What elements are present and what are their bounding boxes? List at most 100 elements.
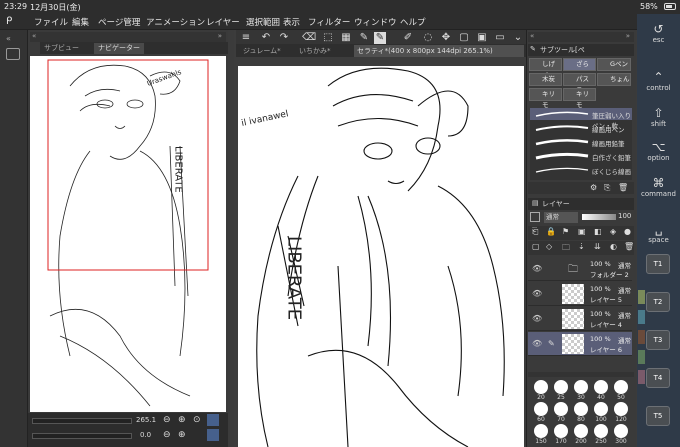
new-folder-icon[interactable]: 🗀 (562, 242, 570, 256)
subtool-chip-2[interactable]: ざらつ (563, 58, 596, 79)
subtool-chip-8[interactable]: キリモ (563, 88, 596, 109)
zoom-slider[interactable] (32, 418, 132, 424)
eye-icon[interactable]: 👁 (532, 339, 542, 348)
merge-icon[interactable]: ⇊ (594, 242, 601, 251)
menu-filter[interactable]: フィルター (308, 16, 350, 28)
redo-icon[interactable]: ↷ (278, 32, 290, 44)
menu-page[interactable]: ページ管理 (98, 16, 140, 28)
ruler-icon[interactable]: ▭ (494, 32, 506, 44)
move-icon[interactable]: ✥ (440, 32, 452, 44)
select-icon[interactable]: ⬚ (322, 32, 334, 44)
zoom-out-icon[interactable]: ⊖ (163, 415, 171, 425)
trash-icon[interactable]: 🗑 (618, 183, 628, 192)
settings-icon[interactable]: ⚙ (590, 183, 597, 192)
doc-tab-2[interactable]: いちかみ* (296, 45, 334, 57)
subtool-chip-1[interactable]: しげペ (529, 58, 562, 79)
clip-icon[interactable]: ⎗ (532, 227, 538, 237)
brush-item[interactable]: 線画用ペン (530, 122, 632, 134)
flip-v-icon[interactable] (207, 429, 219, 441)
app-logo-icon[interactable]: ᑭ (6, 16, 12, 27)
subtool-chip-4[interactable]: 木炭 (529, 73, 562, 86)
collapse-icon[interactable]: « (530, 32, 534, 40)
expand-icon[interactable]: » (218, 32, 222, 40)
menu-view[interactable]: 表示 (283, 16, 300, 28)
eye-icon[interactable]: 👁 (532, 289, 542, 298)
eye-icon[interactable]: 👁 (532, 314, 542, 323)
t2-key[interactable]: T2 (646, 292, 670, 312)
grid-icon[interactable]: ▦ (340, 32, 352, 44)
chevron-down-icon[interactable]: ⌄ (512, 32, 524, 44)
rotate-left-icon[interactable]: ⊖ (163, 430, 171, 440)
expand-icon[interactable]: » (626, 32, 630, 40)
esc-key[interactable]: ↺ esc (639, 22, 678, 44)
copy-icon[interactable]: ⎘ (604, 183, 610, 193)
brush-size-dot[interactable] (554, 380, 568, 394)
menu-animation[interactable]: アニメーション (146, 16, 205, 28)
shift-key[interactable]: ⇧ shift (639, 106, 678, 128)
brush-size-dot[interactable] (574, 424, 588, 438)
layer-row[interactable]: 👁 100 % 通常 レイヤー 4 (528, 307, 632, 331)
eraser-icon[interactable]: ⌫ (302, 32, 316, 44)
subtool-chip-3[interactable]: Gペン (597, 58, 631, 71)
doc-tab-1[interactable]: ジュレーム* (240, 45, 284, 57)
fill-icon[interactable]: ▣ (476, 32, 488, 44)
lasso-icon[interactable]: ◌ (422, 32, 434, 44)
command-key[interactable]: ⌘ command (639, 176, 678, 198)
brush-size-dot[interactable] (614, 380, 628, 394)
brush-size-dot[interactable] (554, 424, 568, 438)
menu-edit[interactable]: 編集 (72, 16, 89, 28)
transfer-icon[interactable]: ⇣ (578, 242, 585, 251)
zoom-in-icon[interactable]: ⊕ (178, 415, 186, 425)
layer-property-icon[interactable] (530, 212, 540, 222)
brush-size-dot[interactable] (594, 380, 608, 394)
opacity-slider[interactable] (582, 214, 616, 220)
collapse-icon[interactable]: « (32, 32, 36, 40)
option-key[interactable]: ⌥ option (639, 140, 678, 162)
new-vector-icon[interactable]: ◇ (546, 242, 552, 251)
menu-layer[interactable]: レイヤー (206, 16, 240, 28)
brush-size-dot[interactable] (574, 402, 588, 416)
ref-icon[interactable]: ⚑ (562, 227, 569, 236)
tab-navigator[interactable]: ナビゲーター (94, 43, 144, 54)
rotation-slider[interactable] (32, 433, 132, 439)
brush-size-dot[interactable] (534, 402, 548, 416)
pen-active-icon[interactable]: ✎ (374, 32, 386, 44)
brush-size-dot[interactable] (574, 380, 588, 394)
mask-add-icon[interactable]: ◐ (610, 242, 617, 251)
eye-icon[interactable]: 👁 (532, 264, 542, 273)
menu-file[interactable]: ファイル (34, 16, 68, 28)
drawing-canvas[interactable]: il ivanawel LIBERATE (238, 66, 524, 447)
subtool-chip-7[interactable]: キリモ (529, 88, 562, 109)
mask-icon[interactable]: ▣ (578, 227, 586, 236)
brush-size-dot[interactable] (534, 380, 548, 394)
color-icon[interactable]: ◧ (594, 227, 602, 236)
undo-icon[interactable]: ↶ (260, 32, 272, 44)
zoom-reset-icon[interactable]: ⊙ (193, 415, 201, 425)
brush-size-dot[interactable] (614, 402, 628, 416)
eyedropper-icon[interactable]: ✐ (402, 32, 414, 44)
menu-icon[interactable]: ≡ (240, 32, 252, 44)
trash-icon[interactable]: 🗑 (624, 242, 634, 251)
lock-icon[interactable]: 🔒 (546, 227, 556, 236)
brush-size-dot[interactable] (594, 424, 608, 438)
transform-icon[interactable]: ▢ (458, 32, 470, 44)
menu-window[interactable]: ウィンドウ (354, 16, 397, 28)
circle-icon[interactable]: ● (624, 227, 631, 236)
t4-key[interactable]: T4 (646, 368, 670, 388)
brush-size-dot[interactable] (614, 424, 628, 438)
brush-item[interactable]: 筆圧弱い入りペン・軟 (530, 108, 632, 130)
t3-key[interactable]: T3 (646, 330, 670, 350)
brush-size-dot[interactable] (534, 424, 548, 438)
t1-key[interactable]: T1 (646, 254, 670, 274)
layer-row[interactable]: 👁 100 % 通常 レイヤー 5 (528, 282, 632, 306)
doc-tab-active[interactable]: セラティ*(400 x 800px 144dpi 265.1%) (354, 45, 524, 57)
navigator-panel-icon[interactable] (6, 48, 20, 60)
brush-size-dot[interactable] (554, 402, 568, 416)
new-raster-icon[interactable]: ▢ (532, 242, 540, 251)
layer-row[interactable]: 👁 🗀 100 % 通常 フォルダー 2 (528, 257, 632, 281)
subtool-chip-6[interactable]: ちょん (597, 73, 631, 86)
subtool-chip-5[interactable]: パステ (563, 73, 596, 94)
brush-item[interactable]: 白作ざく鉛筆 (530, 150, 632, 162)
t5-key[interactable]: T5 (646, 406, 670, 426)
blend-mode-select[interactable]: 通常 (544, 212, 578, 223)
